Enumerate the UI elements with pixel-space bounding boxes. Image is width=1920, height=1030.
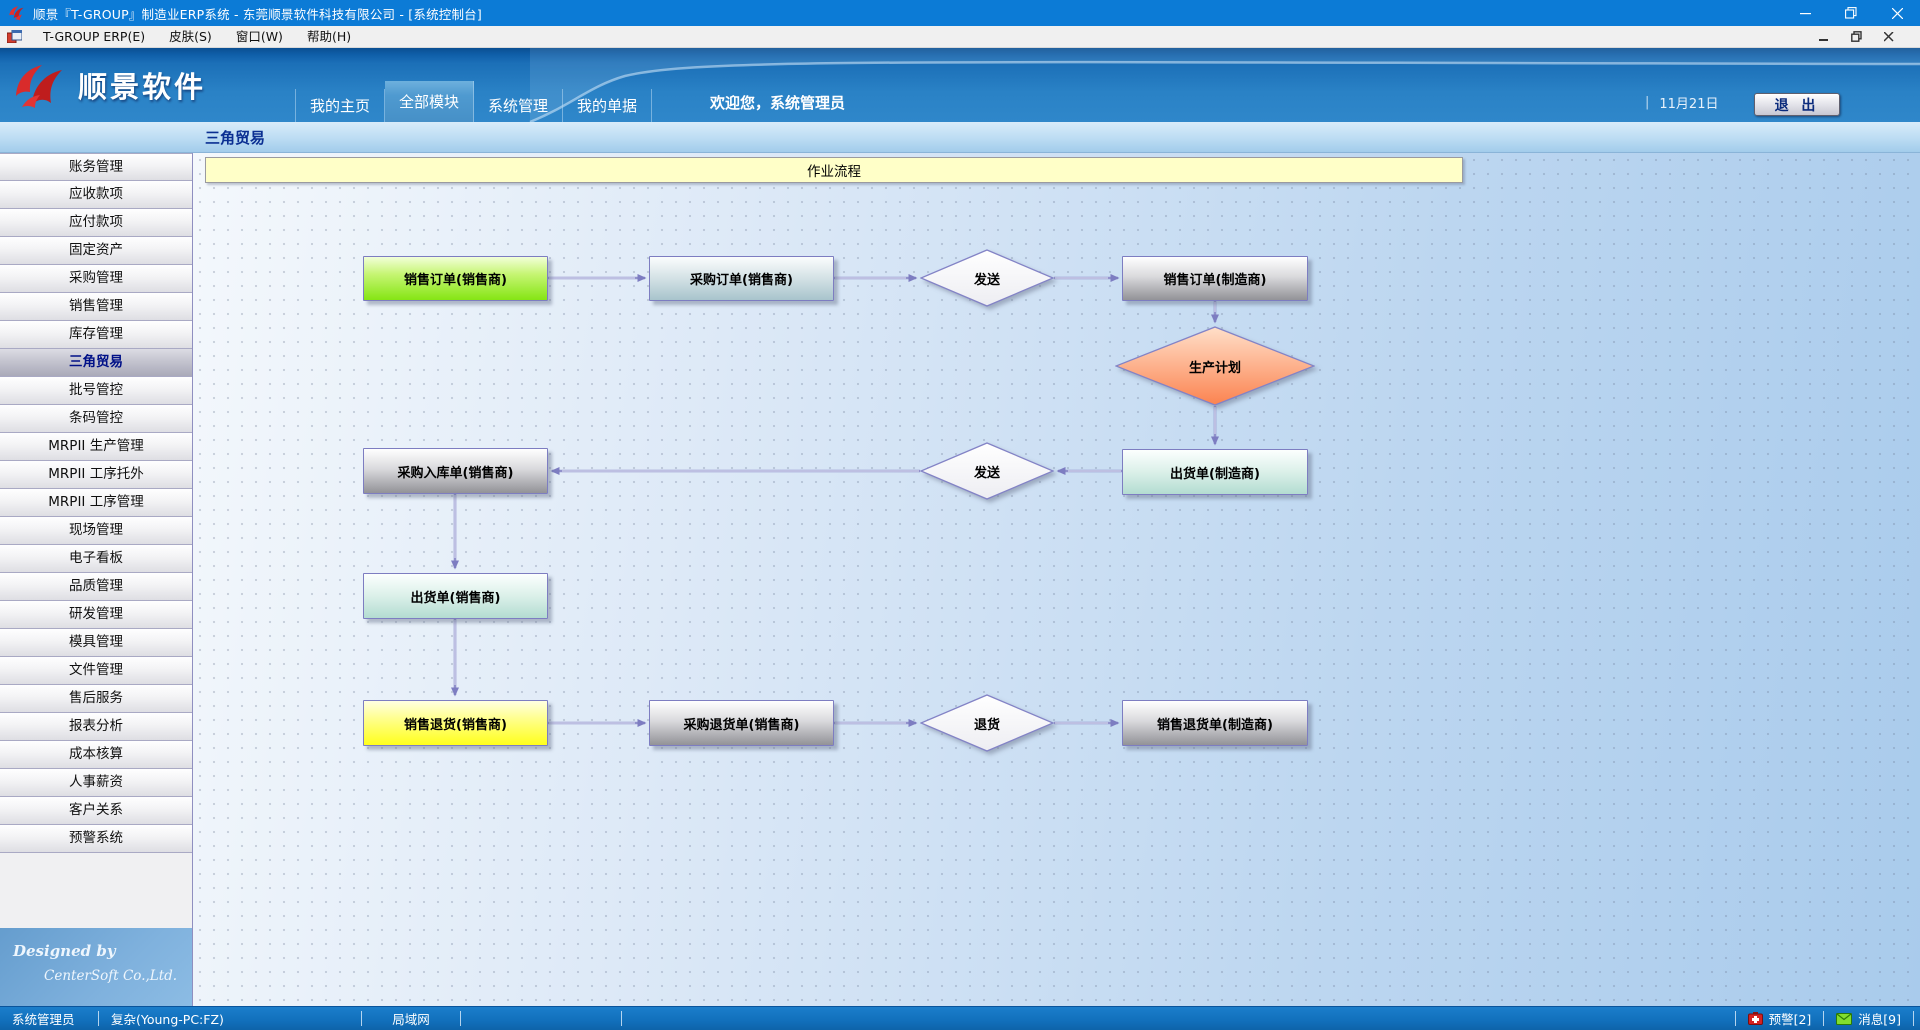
tab-system-management[interactable]: 系统管理	[474, 89, 563, 122]
os-titlebar: 顺景『T-GROUP』制造业ERP系统 - 东莞顺景软件科技有限公司 - [系统…	[0, 0, 1920, 26]
sidebar-item[interactable]: 批号管控	[0, 377, 192, 405]
status-divider	[621, 1011, 622, 1026]
banner-swoosh-decoration	[0, 48, 1920, 122]
date-separator: |	[1645, 95, 1649, 110]
flow-node-sales-return-mfr[interactable]: 销售退货单(制造商)	[1122, 700, 1308, 746]
sidebar-item[interactable]: 采购管理	[0, 265, 192, 293]
brand-name: 顺景软件	[78, 64, 206, 106]
flow-node-purchase-order-seller[interactable]: 采购订单(销售商)	[649, 256, 834, 301]
nav-tabs: 我的主页全部模块系统管理我的单据	[295, 78, 652, 122]
flow-title: 作业流程	[205, 157, 1463, 183]
sidebar-footer: Designed by CenterSoft Co.,Ltd.	[0, 928, 192, 1006]
close-icon	[1892, 8, 1903, 19]
sidebar-item[interactable]: 电子看板	[0, 545, 192, 573]
tab-all-modules[interactable]: 全部模块	[385, 81, 474, 122]
mdi-close-icon[interactable]	[1884, 32, 1894, 42]
sidebar-item[interactable]: 应付款项	[0, 209, 192, 237]
mdi-child-window-icon	[7, 30, 22, 43]
minimize-icon	[1800, 8, 1811, 19]
message-envelope-icon	[1836, 1013, 1852, 1025]
flow-node-send-2[interactable]: 发送	[920, 442, 1054, 500]
menu-bar: T-GROUP ERP(E)皮肤(S)窗口(W)帮助(H)	[0, 26, 1920, 48]
alerts-label: 预警[2]	[1769, 1009, 1812, 1028]
sidebar-item[interactable]: 人事薪资	[0, 769, 192, 797]
sidebar-item[interactable]: 条码管控	[0, 405, 192, 433]
tab-my-home[interactable]: 我的主页	[295, 89, 385, 122]
flow-node-purchase-receipt-seller[interactable]: 采购入库单(销售商)	[363, 448, 548, 494]
sidebar-item[interactable]: 库存管理	[0, 321, 192, 349]
menu-item[interactable]: 帮助(H)	[295, 26, 363, 47]
flow-canvas: 作业流程 销售订单(销售商) 采购订单(销售商) 发送 销售订单(制造商) 生产计划…	[193, 153, 1920, 1006]
sidebar-item[interactable]: 研发管理	[0, 601, 192, 629]
flow-node-send-1[interactable]: 发送	[920, 249, 1054, 307]
breadcrumb-bar: 三角贸易	[0, 122, 1920, 153]
alert-kit-icon	[1748, 1012, 1763, 1025]
flow-node-sales-order-mfr[interactable]: 销售订单(制造商)	[1122, 256, 1308, 301]
sidebar-item[interactable]: MRPII 生产管理	[0, 433, 192, 461]
module-sidebar: 账务管理应收款项应付款项固定资产采购管理销售管理库存管理三角贸易批号管控条码管控…	[0, 153, 193, 1006]
status-divider	[1913, 1011, 1914, 1026]
content: 账务管理应收款项应付款项固定资产采购管理销售管理库存管理三角贸易批号管控条码管控…	[0, 153, 1920, 1006]
designed-by-text: Designed by	[13, 942, 116, 960]
sidebar-item[interactable]: 预警系统	[0, 825, 192, 853]
messages-label: 消息[9]	[1858, 1009, 1901, 1028]
sidebar-item[interactable]: 账务管理	[0, 153, 192, 181]
tab-my-documents[interactable]: 我的单据	[563, 89, 652, 122]
window-restore-button[interactable]	[1828, 0, 1874, 26]
menu-items: T-GROUP ERP(E)皮肤(S)窗口(W)帮助(H)	[31, 26, 363, 47]
company-text: CenterSoft Co.,Ltd.	[44, 968, 177, 984]
breadcrumb: 三角贸易	[205, 127, 265, 148]
exit-button[interactable]: 退 出	[1754, 93, 1840, 116]
flow-node-sales-order-seller[interactable]: 销售订单(销售商)	[363, 256, 548, 301]
status-network: 局域网	[362, 1007, 460, 1030]
sidebar-item[interactable]: MRPII 工序托外	[0, 461, 192, 489]
sidebar-item[interactable]: 客户关系	[0, 797, 192, 825]
menu-item[interactable]: 窗口(W)	[224, 26, 295, 47]
sidebar-item[interactable]: MRPII 工序管理	[0, 489, 192, 517]
sidebar-item[interactable]: 模具管理	[0, 629, 192, 657]
restore-icon	[1845, 7, 1857, 19]
messages-indicator[interactable]: 消息[9]	[1824, 1007, 1913, 1030]
menu-item[interactable]: 皮肤(S)	[157, 26, 224, 47]
window-title: 顺景『T-GROUP』制造业ERP系统 - 东莞顺景软件科技有限公司 - [系统…	[33, 4, 482, 23]
sidebar-item[interactable]: 三角贸易	[0, 349, 192, 377]
sidebar-item[interactable]: 成本核算	[0, 741, 192, 769]
date-value: 11月21日	[1659, 93, 1718, 112]
header-banner: 顺景软件 我的主页全部模块系统管理我的单据 欢迎您，系统管理员 | 11月21日…	[0, 48, 1920, 122]
sidebar-item[interactable]: 销售管理	[0, 293, 192, 321]
sidebar-item[interactable]: 报表分析	[0, 713, 192, 741]
menu-item[interactable]: T-GROUP ERP(E)	[31, 26, 157, 47]
sidebar-item[interactable]: 现场管理	[0, 517, 192, 545]
app-logo-icon	[7, 4, 25, 22]
sidebar-item[interactable]: 文件管理	[0, 657, 192, 685]
status-empty-segment	[461, 1007, 621, 1030]
status-machine: 复杂(Young-PC:FZ)	[99, 1007, 361, 1030]
sidebar-list: 账务管理应收款项应付款项固定资产采购管理销售管理库存管理三角贸易批号管控条码管控…	[0, 153, 192, 853]
brand: 顺景软件	[12, 62, 206, 108]
window-minimize-button[interactable]	[1782, 0, 1828, 26]
status-bar: 系统管理员 复杂(Young-PC:FZ) 局域网 预警[2] 消息[9]	[0, 1006, 1920, 1030]
flow-node-return[interactable]: 退货	[920, 694, 1054, 752]
flow-node-production-plan[interactable]: 生产计划	[1115, 326, 1315, 406]
alerts-indicator[interactable]: 预警[2]	[1736, 1007, 1824, 1030]
shunjing-logo-icon	[12, 62, 68, 108]
window-close-button[interactable]	[1874, 0, 1920, 26]
sidebar-item[interactable]: 固定资产	[0, 237, 192, 265]
flow-node-shipment-mfr[interactable]: 出货单(制造商)	[1122, 449, 1308, 495]
status-user: 系统管理员	[0, 1007, 98, 1030]
mdi-minimize-icon[interactable]	[1819, 32, 1829, 42]
mdi-restore-icon[interactable]	[1851, 31, 1862, 42]
sidebar-item[interactable]: 应收款项	[0, 181, 192, 209]
welcome-text: 欢迎您，系统管理员	[710, 92, 845, 113]
flow-node-purchase-return-seller[interactable]: 采购退货单(销售商)	[649, 700, 834, 746]
header-date: | 11月21日	[1645, 93, 1718, 112]
flow-node-shipment-seller[interactable]: 出货单(销售商)	[363, 573, 548, 619]
sidebar-item[interactable]: 品质管理	[0, 573, 192, 601]
flow-node-sales-return-seller[interactable]: 销售退货(销售商)	[363, 700, 548, 746]
sidebar-item[interactable]: 售后服务	[0, 685, 192, 713]
erp-window: 顺景『T-GROUP』制造业ERP系统 - 东莞顺景软件科技有限公司 - [系统…	[0, 0, 1920, 1030]
